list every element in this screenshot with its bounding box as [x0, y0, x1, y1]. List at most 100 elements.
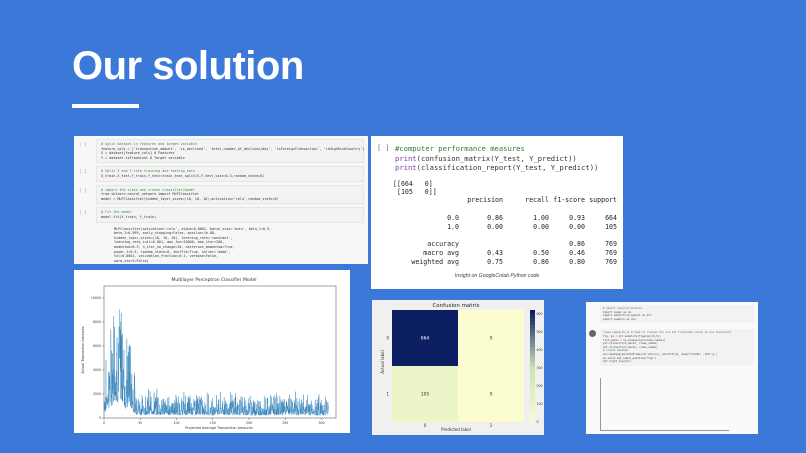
chart-ylabel: Actual Transaction Amounts — [81, 326, 85, 373]
heatmap-title: Confusion matrix — [432, 303, 480, 309]
colorbar-segment — [530, 358, 535, 363]
report-cell: 0.86 — [533, 258, 549, 266]
y-tick-label: 10000 — [91, 296, 101, 300]
report-cell: 0.46 — [569, 249, 585, 257]
colorbar-segment — [530, 313, 535, 318]
colorbar-segment — [530, 418, 535, 423]
heatmap-value: 105 — [421, 392, 430, 398]
report-cell: 0.00 — [569, 223, 585, 231]
colorbar-segment — [530, 343, 535, 348]
nb-heatmap-cell: class_names=[0,1] # name of classes %in … — [589, 329, 754, 366]
colorbar-segment — [530, 339, 535, 344]
report-cell: 105 — [605, 223, 617, 231]
confusion-matrix-panel: Confusion matrix Actual label Predicted … — [372, 300, 544, 435]
run-cell-icon[interactable] — [589, 330, 596, 338]
colorbar-segment — [530, 369, 535, 374]
perf-code-line: print(classification_report(Y_test, Y_pr… — [395, 163, 599, 173]
perf-code-line: print(confusion_matrix(Y_test, Y_predict… — [395, 153, 577, 163]
colorbar-segment — [530, 373, 535, 378]
colorbar-segment — [530, 384, 535, 389]
code-cell[interactable]: [ ] # Split dataset in features and targe… — [79, 139, 364, 164]
report-cell: 769 — [605, 258, 617, 266]
nb-code-line: plt.tight_layout() — [603, 360, 632, 364]
report-header: recall — [525, 196, 549, 204]
y-tick-label: 4000 — [93, 368, 101, 372]
colorbar-tick-label: 300 — [537, 366, 543, 370]
notebook-panel: # import required modules import numpy as… — [586, 302, 758, 434]
colorbar-segment — [530, 377, 535, 382]
colorbar-segment — [530, 351, 535, 356]
x-tick-label: 1 — [490, 423, 493, 428]
nb-code-line: import seaborn as sns — [603, 317, 636, 321]
report-header: f1-score — [553, 196, 585, 204]
colorbar-tick-label: 100 — [537, 402, 543, 406]
x-tick-label: 300 — [318, 421, 324, 425]
x-tick-label: 100 — [173, 421, 179, 425]
heatmap-value: 0 — [490, 392, 493, 398]
code-line: model = MLPClassifier(hidden_layer_sizes… — [101, 196, 279, 201]
x-tick-label: 0 — [424, 423, 427, 428]
report-row-label: accuracy — [427, 240, 459, 248]
panel-caption: Insight on GoogleColab Python code — [454, 273, 540, 279]
colorbar-segment — [530, 395, 535, 400]
colorbar-segment — [530, 392, 535, 397]
chart-title: Multilayer Perceptron Classifier Model — [172, 277, 257, 283]
heatmap-value: 664 — [421, 336, 430, 342]
colorbar-tick-label: 0 — [537, 420, 539, 424]
y-tick-label: 0 — [99, 416, 101, 420]
x-tick-label: 200 — [246, 421, 252, 425]
cell-gutter[interactable]: [ ] — [79, 169, 86, 174]
colorbar-tick-label: 500 — [537, 330, 543, 334]
y-tick-label: 8000 — [93, 320, 101, 324]
confusion-matrix-line: [[664 0] — [393, 180, 433, 188]
report-row-label: 1.0 — [447, 223, 459, 231]
empty-plot-area — [600, 378, 729, 431]
colorbar-segment — [530, 321, 535, 326]
colorbar-segment — [530, 347, 535, 352]
colorbar-segment — [530, 366, 535, 371]
cell-gutter[interactable]: [ ] — [79, 188, 86, 193]
plot-frame — [103, 285, 337, 419]
colorbar-segment — [530, 317, 535, 322]
colorbar-segment — [530, 332, 535, 337]
report-cell: 1.00 — [533, 214, 549, 222]
colorbar-tick-label: 200 — [537, 384, 543, 388]
report-cell: 664 — [605, 214, 617, 222]
colorbar-tick-label: 600 — [537, 312, 543, 316]
title-underline — [72, 104, 139, 108]
code-cell[interactable]: [ ] # Split X and Y into training and tes… — [79, 166, 364, 182]
colorbar-segment — [530, 410, 535, 415]
classification-report: [[664 0] [105 0]] precision recall f1-score… — [391, 174, 619, 276]
heatmap-ylabel: Actual label — [380, 350, 385, 373]
report-cell: 0.86 — [569, 240, 585, 248]
slide-title: Our solution — [72, 44, 304, 88]
heatmap-xlabel: Predicted label — [441, 427, 471, 432]
colorbar-segment — [530, 362, 535, 367]
code-cell[interactable]: [ ] # Fit the model model.fit(X_train, Y_t… — [79, 207, 364, 223]
colorbar-segment — [530, 407, 535, 412]
output-line: warm_start=False) — [114, 258, 149, 263]
code-cells: [ ] # Split dataset in features and targe… — [74, 139, 368, 223]
colorbar-segment — [530, 403, 535, 408]
confusion-heatmap: Confusion matrix Actual label Predicted … — [380, 303, 543, 432]
y-tick-label: 2000 — [93, 392, 101, 396]
colorbar-tick-label: 400 — [537, 348, 543, 352]
report-row-label: weighted avg — [411, 258, 459, 266]
colorbar-segment — [530, 336, 535, 341]
cell-gutter[interactable]: [ ] — [79, 142, 86, 147]
nb-import-cell: # import required modules import numpy as… — [600, 305, 754, 324]
mlp-line-chart: Multilayer Perceptron Classifier Model A… — [81, 277, 337, 430]
report-cell: 0.00 — [533, 223, 549, 231]
cell-run-gutter[interactable]: [ ] — [377, 144, 390, 152]
colorbar-segment — [530, 354, 535, 359]
cell-gutter[interactable]: [ ] — [79, 210, 86, 215]
colorbar-segment — [530, 414, 535, 419]
report-cell: 0.86 — [487, 214, 503, 222]
report-cell: 0.80 — [569, 258, 585, 266]
code-cell[interactable]: [ ] # import the class and create classif… — [79, 184, 364, 205]
x-tick-label: 50 — [138, 421, 142, 425]
perf-code-line: #computer performance measures — [395, 144, 525, 153]
heatmap-value: 0 — [490, 336, 493, 342]
colorbar-segment — [530, 388, 535, 393]
y-tick-label: 0 — [386, 336, 389, 341]
